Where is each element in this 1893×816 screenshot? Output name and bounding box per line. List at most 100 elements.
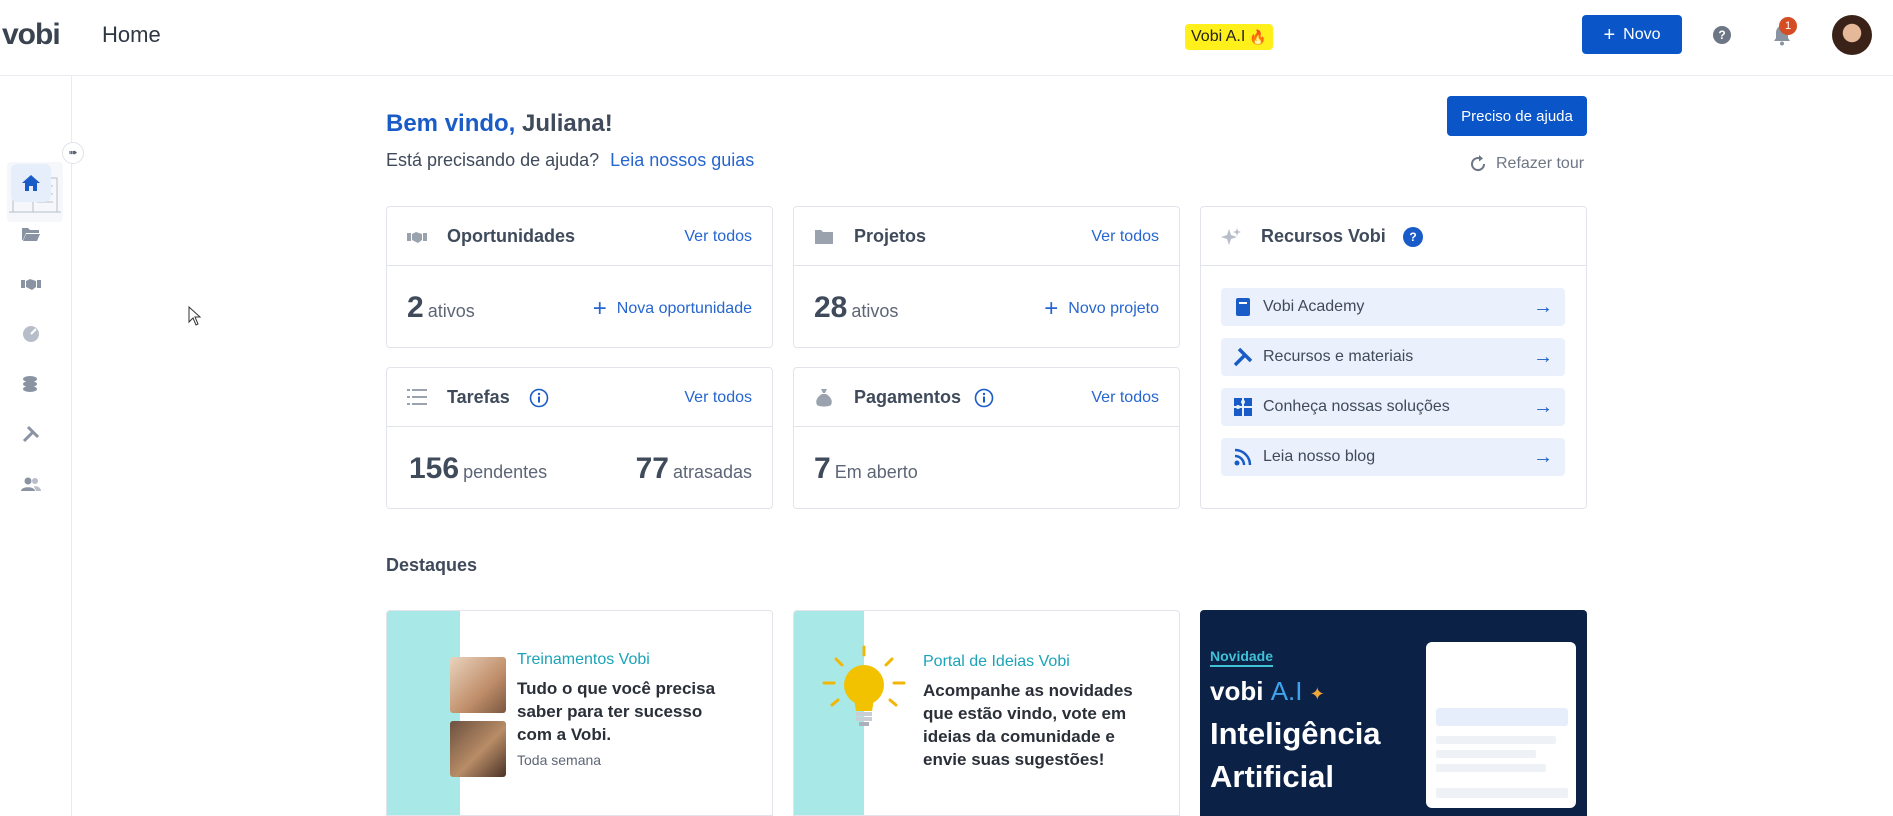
money-bag-icon: [816, 389, 832, 407]
info-icon[interactable]: [529, 388, 549, 408]
opportunities-card-header: Oportunidades Ver todos: [387, 207, 772, 266]
plus-icon: +: [1044, 295, 1059, 322]
projects-title: Projetos: [854, 226, 927, 246]
payments-card-header: Pagamentos Ver todos: [794, 368, 1179, 427]
tools-icon: [1231, 346, 1255, 368]
payments-title: Pagamentos: [854, 387, 962, 407]
handshake-icon: [407, 232, 427, 243]
resource-item-academy[interactable]: Vobi Academy →: [1221, 288, 1565, 326]
projects-card-header: Projetos Ver todos: [794, 207, 1179, 266]
arrow-right-icon: →: [1533, 395, 1553, 418]
redo-tour-label: Refazer tour: [1496, 155, 1585, 172]
tasks-see-all-link[interactable]: Ver todos: [684, 389, 752, 407]
projects-see-all-link[interactable]: Ver todos: [1091, 228, 1159, 246]
projects-card: Projetos Ver todos 28 ativos + Novo projet…: [793, 206, 1180, 348]
mouse-cursor-icon: [188, 306, 202, 326]
tasks-pending-unit: pendentes: [463, 462, 548, 482]
users-icon: [21, 477, 41, 491]
tasks-late: 77 atrasadas: [636, 452, 752, 486]
tasks-title: Tarefas: [447, 387, 510, 407]
vobi-ai-label: Vobi A.I: [1191, 28, 1246, 45]
sidebar-item-opportunities[interactable]: [11, 265, 51, 303]
sidebar-item-home[interactable]: [11, 164, 51, 202]
vobi-ai-badge[interactable]: Vobi A.I 🔥: [1185, 24, 1273, 50]
tasks-late-number: 77: [635, 452, 669, 485]
book-icon: [1231, 296, 1255, 318]
ai-title-line1: Inteligência: [1210, 716, 1381, 751]
lightbulb-icon: [822, 645, 906, 726]
rss-icon: [1231, 446, 1255, 468]
user-avatar[interactable]: [1832, 15, 1872, 55]
notification-badge: 1: [1779, 17, 1797, 35]
payments-unit: Em aberto: [834, 462, 918, 482]
sidebar-item-tools[interactable]: [11, 415, 51, 453]
coins-icon: [23, 376, 37, 392]
top-bar: vobi Home Vobi A.I 🔥 + Novo ? 1: [0, 0, 1893, 76]
resource-item-blog[interactable]: Leia nosso blog →: [1221, 438, 1565, 476]
teal-strip: [387, 611, 460, 815]
resource-item-materials[interactable]: Recursos e materiais →: [1221, 338, 1565, 376]
training-highlight-card[interactable]: Treinamentos Vobi Tudo o que você precis…: [386, 610, 773, 816]
opportunities-see-all-link[interactable]: Ver todos: [684, 228, 752, 246]
list-icon: [407, 389, 427, 405]
tasks-pending-number: 156: [409, 452, 460, 485]
preview-line: [1436, 736, 1556, 744]
collapse-sidebar-icon[interactable]: ➠: [62, 142, 84, 164]
ideas-highlight-card[interactable]: Portal de Ideias Vobi Acompanhe as novid…: [793, 610, 1180, 816]
preview-line: [1436, 750, 1536, 758]
redo-tour-button[interactable]: Refazer tour: [1468, 154, 1584, 174]
need-help-button[interactable]: Preciso de ajuda: [1447, 96, 1587, 136]
resource-item-solutions[interactable]: Conheça nossas soluções →: [1221, 388, 1565, 426]
new-opportunity-label: Nova oportunidade: [616, 300, 752, 317]
help-icon[interactable]: ?: [1713, 26, 1731, 44]
vobi-logo[interactable]: vobi: [2, 18, 61, 52]
ideas-text: Acompanhe as novidades que estão vindo, …: [923, 681, 1133, 769]
ai-logo-ai: A.I: [1270, 676, 1303, 706]
preview-line: [1436, 764, 1546, 772]
trainer-photo: [450, 721, 506, 777]
sidebar: ➠: [0, 76, 84, 816]
training-subtitle: Treinamentos Vobi: [517, 651, 650, 668]
new-opportunity-button[interactable]: + Nova oportunidade: [593, 297, 752, 321]
new-project-button[interactable]: + Novo projeto: [1044, 297, 1159, 321]
handshake-icon: [21, 279, 41, 290]
guides-link[interactable]: Leia nossos guias: [610, 150, 754, 170]
projects-number: 28: [814, 291, 848, 324]
home-icon: [22, 175, 40, 191]
preview-question-bar: [1436, 708, 1568, 726]
new-project-label: Novo projeto: [1068, 300, 1159, 317]
sidebar-item-dashboard[interactable]: [11, 315, 51, 353]
payments-see-all-link[interactable]: Ver todos: [1091, 389, 1159, 407]
resources-title: Recursos Vobi: [1261, 226, 1386, 246]
vobi-ai-logo: vobi A.I ✦: [1210, 676, 1325, 707]
resources-help-icon[interactable]: ?: [1403, 227, 1423, 247]
info-icon[interactable]: [974, 388, 994, 408]
resource-label: Conheça nossas soluções: [1263, 398, 1450, 415]
arrow-right-icon: →: [1533, 295, 1553, 318]
sidebar-item-users[interactable]: [11, 465, 51, 503]
resources-card-header: Recursos Vobi ?: [1201, 207, 1586, 266]
ideas-subtitle: Portal de Ideias Vobi: [923, 653, 1070, 670]
sidebar-item-finance[interactable]: [11, 365, 51, 403]
projects-unit: ativos: [851, 301, 899, 321]
arrow-right-icon: →: [1533, 445, 1553, 468]
refresh-icon: [1471, 155, 1486, 172]
sparkle-icon: [1221, 228, 1241, 245]
tasks-late-unit: atrasadas: [672, 462, 752, 482]
fire-icon: 🔥: [1249, 29, 1267, 45]
new-button-label: Novo: [1623, 25, 1661, 43]
ai-highlight-card[interactable]: Novidade vobi A.I ✦ Inteligência Artific…: [1200, 610, 1587, 816]
tasks-pending: 156 pendentes: [409, 452, 547, 486]
dashboard-icon: [23, 326, 39, 342]
ai-logo-vobi: vobi: [1210, 676, 1264, 706]
resource-label: Leia nosso blog: [1263, 448, 1376, 465]
training-text: Tudo o que você precisa saber para ter s…: [517, 679, 716, 744]
payments-card: Pagamentos Ver todos 7 Em aberto: [793, 367, 1180, 509]
tasks-card: Tarefas Ver todos 156 pendentes 77 atrasad…: [386, 367, 773, 509]
new-button[interactable]: + Novo: [1582, 15, 1682, 54]
folder-icon: [815, 230, 833, 244]
sidebar-item-projects[interactable]: [11, 215, 51, 253]
payments-open: 7 Em aberto: [814, 452, 918, 486]
ai-title-line2: Artificial: [1210, 759, 1335, 794]
opportunities-number: 2: [407, 291, 424, 324]
